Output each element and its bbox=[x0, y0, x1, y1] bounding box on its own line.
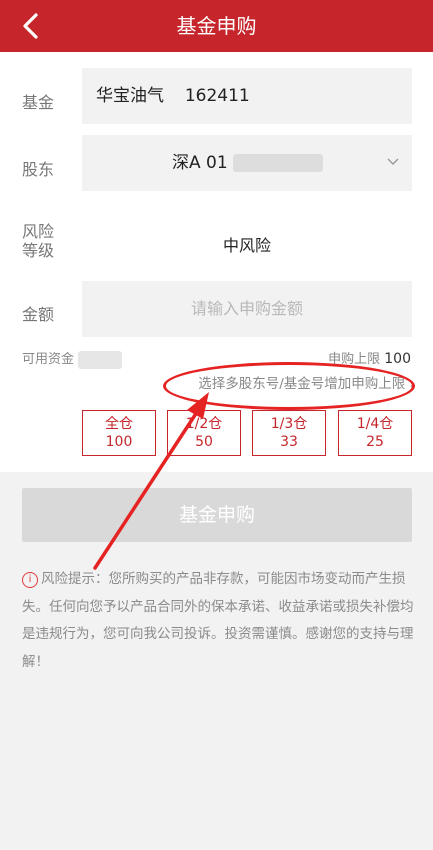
quick-quarter-value: 25 bbox=[366, 434, 384, 450]
submit-button[interactable]: 基金申购 bbox=[22, 488, 412, 542]
quick-half-label: 1/2仓 bbox=[185, 416, 223, 432]
fund-name: 华宝油气 bbox=[96, 86, 164, 106]
annotation-ellipse bbox=[163, 362, 415, 410]
holder-label: 股东 bbox=[22, 160, 55, 179]
risk-label: 风险 等级 bbox=[22, 222, 54, 260]
holder-select[interactable]: 深A 01 bbox=[82, 135, 412, 191]
quick-quarter-button[interactable]: 1/4仓 25 bbox=[338, 410, 412, 456]
quick-third-label: 1/3仓 bbox=[270, 416, 308, 432]
risk-notice-text: 风险提示：您所购买的产品非存款，可能因市场变动而产生损失。任何向您予以产品合同外… bbox=[22, 571, 414, 670]
quick-third-button[interactable]: 1/3仓 33 bbox=[252, 410, 326, 456]
page-title: 基金申购 bbox=[176, 14, 257, 38]
holder-display: 深A 01 bbox=[172, 135, 324, 191]
masked-balance bbox=[78, 350, 123, 369]
quick-full-label: 全仓 bbox=[105, 416, 133, 432]
holder-value: 深A 01 bbox=[172, 153, 228, 173]
risk-level-value: 中风险 bbox=[222, 236, 271, 255]
info-icon: i bbox=[22, 572, 38, 588]
chevron-down-icon bbox=[387, 158, 399, 165]
quick-full-button[interactable]: 全仓 100 bbox=[82, 410, 156, 456]
available-label: 可用资金 bbox=[22, 352, 75, 367]
amount-input[interactable]: 请输入申购金额 bbox=[82, 281, 412, 337]
fund-field[interactable]: 华宝油气 162411 bbox=[82, 68, 412, 124]
quick-quarter-label: 1/4仓 bbox=[356, 416, 394, 432]
limit-value: 100 bbox=[384, 351, 411, 367]
quick-half-button[interactable]: 1/2仓 50 bbox=[167, 410, 241, 456]
amount-placeholder: 请输入申购金额 bbox=[190, 299, 303, 318]
available-funds: 可用资金 bbox=[22, 348, 123, 369]
fund-code: 162411 bbox=[184, 86, 250, 106]
top-bar: 基金申购 bbox=[0, 0, 433, 52]
purchase-form: 基金 华宝油气 162411 股东 深A 01 风险 等级 中风险 金额 请输入… bbox=[0, 52, 433, 472]
fund-display: 华宝油气 162411 bbox=[96, 68, 250, 124]
quick-third-value: 33 bbox=[280, 434, 298, 450]
quick-full-value: 100 bbox=[105, 434, 133, 450]
risk-notice: i 风险提示：您所购买的产品非存款，可能因市场变动而产生损失。任何向您予以产品合同… bbox=[22, 566, 414, 676]
quick-half-value: 50 bbox=[195, 434, 213, 450]
risk-label-line1: 风险 bbox=[22, 222, 55, 241]
risk-label-line2: 等级 bbox=[22, 241, 55, 260]
masked-account bbox=[233, 154, 324, 172]
fund-label: 基金 bbox=[22, 93, 55, 112]
amount-label: 金额 bbox=[22, 305, 55, 324]
